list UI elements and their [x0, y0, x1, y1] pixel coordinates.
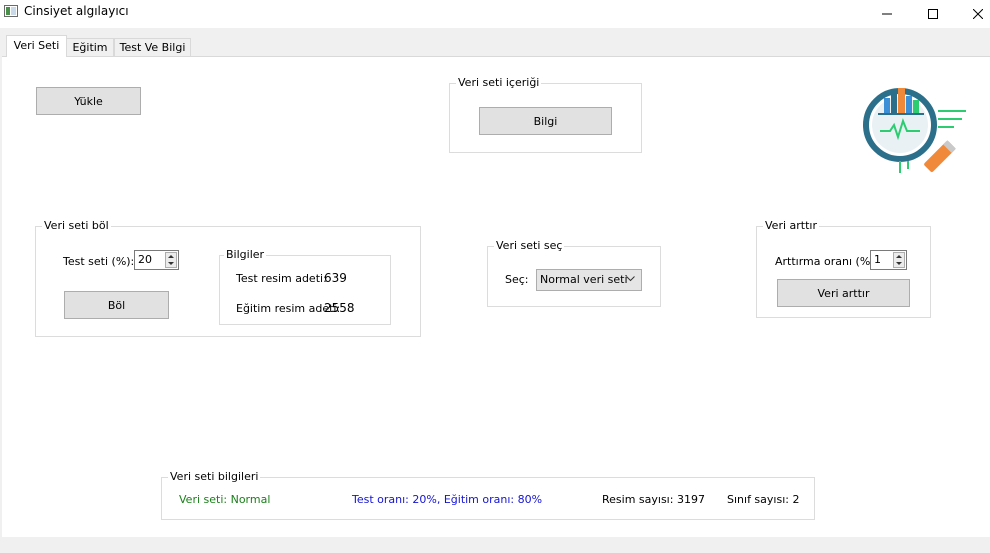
close-icon [973, 9, 983, 19]
load-button[interactable]: Yükle [36, 87, 141, 115]
augment-rate-spinbox[interactable]: 1 [870, 250, 907, 270]
split-button[interactable]: Böl [64, 291, 169, 319]
dataset-content-title: Veri seti içeriği [456, 76, 542, 90]
image-count: Resim sayısı: 3197 [602, 493, 705, 506]
test-set-label: Test seti (%): [63, 255, 135, 268]
tab-bar: Veri Seti Eğitim Test Ve Bilgi [0, 28, 990, 57]
dataset-select[interactable]: Normal veri seti [536, 269, 642, 291]
title-bar: Cinsiyet algılayıcı [0, 0, 990, 28]
augment-button[interactable]: Veri arttır [777, 279, 910, 307]
test-set-value: 20 [138, 253, 152, 266]
minimize-button[interactable] [864, 0, 910, 28]
dataset-info-title: Veri seti bilgileri [168, 470, 261, 484]
dataset-status: Veri seti: Normal [179, 493, 271, 506]
tab-egitim[interactable]: Eğitim [66, 38, 114, 57]
dataset-info-group: Veri seti bilgileri Veri seti: Normal Te… [161, 470, 815, 520]
tab-veri-seti[interactable]: Veri Seti [6, 35, 67, 57]
split-dataset-title: Veri seti böl [42, 219, 111, 233]
test-set-spinbox[interactable]: 20 [134, 250, 179, 270]
spin-arrows-icon[interactable] [165, 252, 177, 268]
dataset-content-group: Veri seti içeriği Bilgi [449, 76, 642, 153]
augment-title: Veri arttır [763, 219, 819, 233]
augment-rate-value: 1 [874, 253, 881, 266]
window-title: Cinsiyet algılayıcı [24, 4, 129, 18]
maximize-icon [928, 9, 938, 19]
select-dataset-group: Veri seti seç Seç: Normal veri seti [487, 239, 661, 307]
split-dataset-group: Veri seti böl Test seti (%): 20 Böl Bilg… [35, 219, 421, 337]
select-dataset-title: Veri seti seç [494, 239, 565, 253]
maximize-button[interactable] [910, 0, 956, 28]
app-icon [4, 5, 18, 17]
info-button[interactable]: Bilgi [479, 107, 612, 135]
minimize-icon [882, 13, 892, 15]
chevron-down-icon [626, 276, 635, 282]
tab-panel-veri-seti: Yükle Veri seti içeriği Bilgi Veri seti … [2, 56, 990, 537]
test-count-label: Test resim adeti: [236, 272, 327, 285]
info-subgroup: Bilgiler Test resim adeti: 639 Eğitim re… [219, 248, 391, 325]
tab-test-ve-bilgi[interactable]: Test Ve Bilgi [114, 38, 191, 57]
window-footer [0, 537, 990, 553]
test-count-value: 639 [324, 271, 347, 285]
spin-arrows-icon[interactable] [893, 252, 905, 268]
data-analysis-magnifier-icon [863, 88, 966, 173]
ratio-status: Test oranı: 20%, Eğitim oranı: 80% [352, 493, 543, 506]
class-count: Sınıf sayısı: 2 [727, 493, 800, 506]
augment-rate-label: Arttırma oranı (%): [775, 255, 879, 268]
train-count-value: 2558 [324, 301, 355, 315]
dataset-select-value: Normal veri seti [540, 273, 628, 286]
augment-group: Veri arttır Arttırma oranı (%): 1 Veri a… [756, 219, 931, 318]
info-subgroup-title: Bilgiler [224, 248, 267, 262]
select-label: Seç: [505, 273, 529, 286]
close-button[interactable] [955, 0, 990, 28]
